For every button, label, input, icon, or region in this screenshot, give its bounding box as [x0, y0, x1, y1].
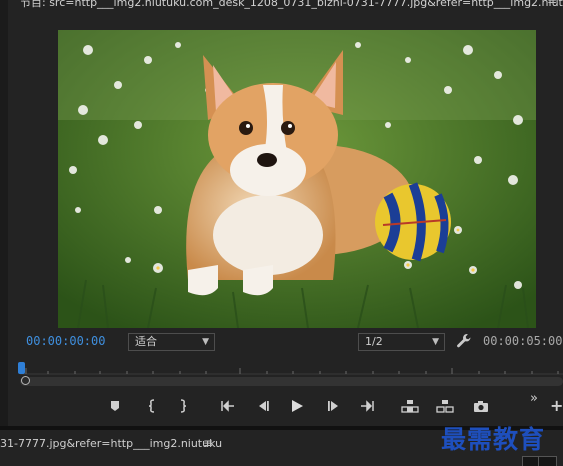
marker-icon [111, 401, 119, 411]
program-preview [58, 30, 536, 328]
mark-out-button[interactable] [174, 397, 192, 415]
mark-out-icon [180, 399, 187, 413]
watermark: 最需教育 [441, 425, 546, 454]
step-forward-icon [328, 401, 338, 411]
play-icon [292, 400, 303, 412]
mark-in-button[interactable] [143, 397, 161, 415]
bottom-panel-tab[interactable]: 31-7777.jpg&refer=http___img2.niutuku [0, 437, 222, 450]
current-timecode[interactable]: 00:00:00:00 [26, 334, 105, 348]
step-forward-button[interactable] [325, 397, 343, 415]
export-frame-button[interactable] [472, 397, 490, 415]
zoom-scrollbar[interactable] [20, 377, 563, 386]
step-back-icon [259, 401, 269, 411]
chevron-down-icon: ▼ [202, 337, 209, 347]
left-panel-edge [0, 0, 8, 432]
duration-timecode: 00:00:05:00 [483, 334, 563, 348]
toy-ball [375, 182, 451, 262]
panel-menu-icon[interactable]: ≡ [547, 0, 557, 7]
zoom-level-value: 适合 [135, 335, 157, 348]
go-to-out-icon [361, 400, 374, 412]
lift-icon [401, 400, 419, 413]
zoom-level-select[interactable]: 适合 ▼ [128, 333, 215, 351]
go-to-out-button[interactable] [358, 397, 376, 415]
program-monitor-header: 节目: src=http___img2.niutuku.com_desk_120… [8, 0, 563, 10]
timeline-ruler[interactable] [20, 358, 563, 376]
go-to-in-icon [221, 400, 234, 412]
zoom-scrollbar-handle[interactable] [21, 376, 30, 385]
extract-button[interactable] [436, 397, 454, 415]
add-marker-button[interactable] [106, 397, 124, 415]
play-button[interactable] [288, 397, 306, 415]
camera-icon [474, 400, 488, 412]
mark-in-icon [148, 399, 155, 413]
playhead[interactable] [18, 362, 25, 374]
playback-resolution-select[interactable]: 1/2 ▼ [358, 333, 445, 351]
panel-title[interactable]: 节目: src=http___img2.niutuku.com_desk_120… [20, 0, 563, 10]
preview-image-corgi-puppy [58, 30, 536, 328]
go-to-in-button[interactable] [219, 397, 237, 415]
bottom-panel-menu-icon[interactable]: ≡ [203, 436, 213, 450]
playback-resolution-value: 1/2 [365, 335, 383, 348]
extract-icon [436, 400, 454, 413]
chevron-down-icon: ▼ [432, 337, 439, 347]
lift-button[interactable] [401, 397, 419, 415]
settings-wrench-icon[interactable] [456, 333, 472, 349]
more-controls-icon[interactable]: » [530, 391, 538, 406]
button-editor-icon[interactable]: + [550, 396, 563, 415]
step-back-button[interactable] [254, 397, 272, 415]
